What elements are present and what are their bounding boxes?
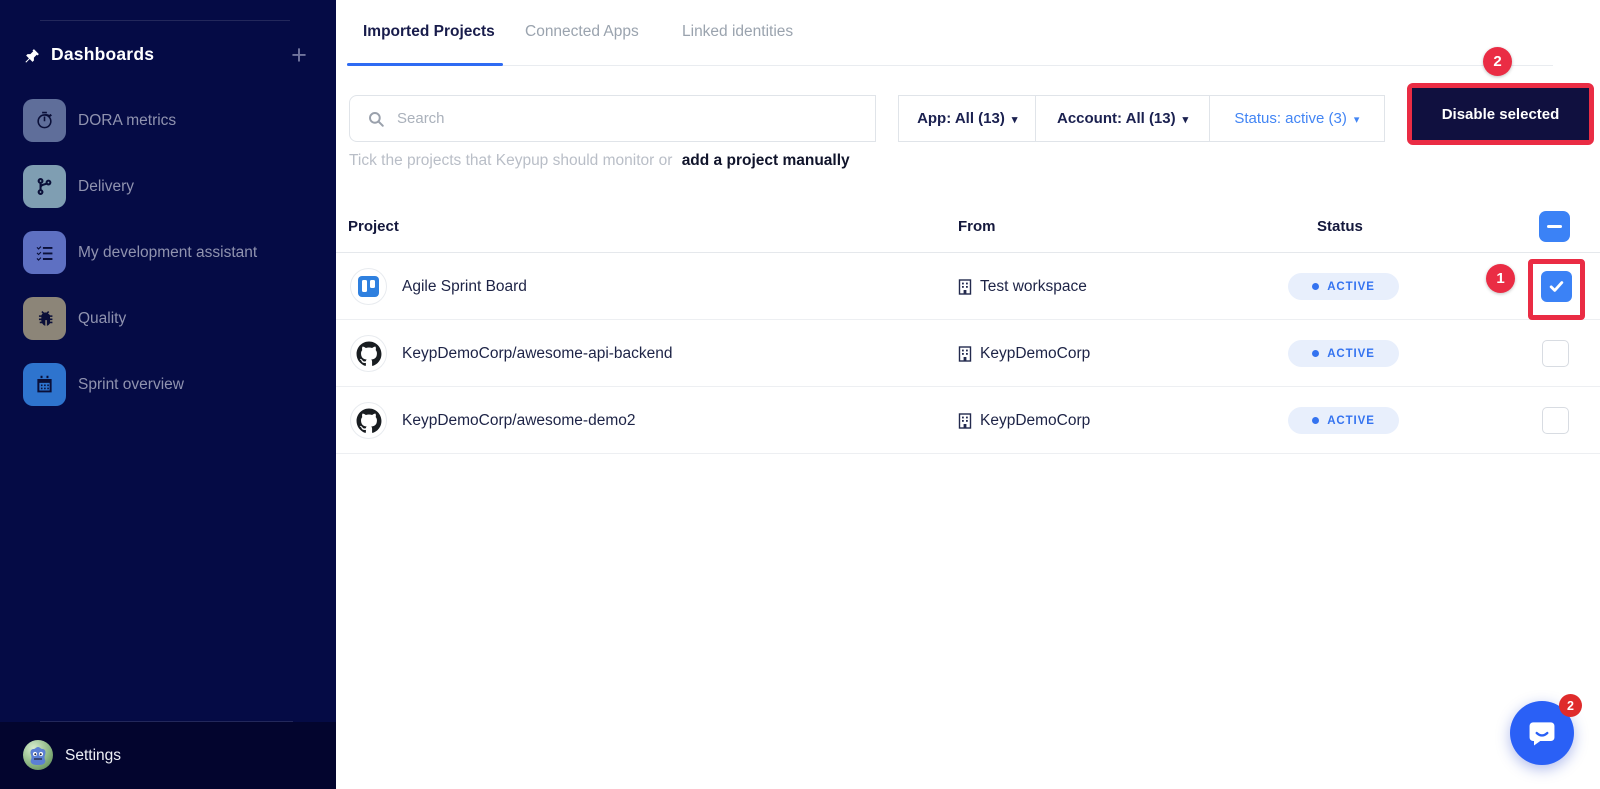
tab-bar-border — [347, 65, 1553, 66]
filter-account-dropdown[interactable]: Account: All (13) ▾ — [1035, 96, 1208, 141]
column-header-from: From — [958, 200, 996, 253]
column-header-status: Status — [1317, 200, 1363, 253]
filter-status-dropdown[interactable]: Status: active (3) ▾ — [1209, 96, 1384, 141]
sidebar-item-delivery[interactable]: Delivery — [0, 165, 336, 208]
tab-bar: Imported Projects Connected Apps Linked … — [336, 0, 1600, 66]
tab-connected-apps[interactable]: Connected Apps — [509, 0, 655, 64]
project-from: Test workspace — [958, 253, 1087, 320]
github-icon — [350, 402, 387, 439]
project-from: KeypDemoCorp — [958, 387, 1090, 454]
sidebar-item-dora-metrics[interactable]: DORA metrics — [0, 99, 336, 142]
settings-link[interactable]: Settings — [65, 722, 121, 789]
sidebar-item-sprint-overview[interactable]: Sprint overview — [0, 363, 336, 406]
status-dot-icon — [1312, 283, 1319, 290]
status-dot-icon — [1312, 350, 1319, 357]
row-checkbox[interactable] — [1542, 407, 1569, 434]
select-all-checkbox-indeterminate[interactable] — [1539, 211, 1570, 242]
row-checkbox[interactable] — [1542, 340, 1569, 367]
dashboards-title: Dashboards — [51, 44, 154, 65]
add-project-manually-link[interactable]: add a project manually — [682, 152, 850, 169]
filter-group: App: All (13) ▾ Account: All (13) ▾ Stat… — [898, 95, 1385, 142]
annotation-box-step-2: Disable selected — [1407, 83, 1594, 145]
organization-icon — [958, 413, 972, 429]
chat-bubble-icon — [1526, 717, 1558, 749]
status-badge: ACTIVE — [1288, 273, 1399, 300]
checklist-icon — [23, 231, 66, 274]
column-header-project: Project — [348, 200, 399, 253]
from-label: KeypDemoCorp — [980, 412, 1090, 430]
table-row: KeypDemoCorp/awesome-demo2 KeypDemoCorp … — [336, 387, 1600, 454]
annotation-badge-step-1: 1 — [1486, 264, 1515, 293]
table-row: Agile Sprint Board Test workspace ACTIVE — [336, 253, 1600, 320]
table-header: Project From Status — [336, 200, 1600, 253]
chevron-down-icon: ▾ — [1183, 113, 1189, 126]
pin-icon — [24, 46, 42, 66]
filter-app-dropdown[interactable]: App: All (13) ▾ — [899, 96, 1035, 141]
github-icon — [350, 335, 387, 372]
organization-icon — [958, 279, 972, 295]
organization-icon — [958, 346, 972, 362]
avatar[interactable] — [23, 740, 53, 770]
bug-icon — [23, 297, 66, 340]
project-name[interactable]: KeypDemoCorp/awesome-demo2 — [402, 387, 635, 454]
helper-muted-text: Tick the projects that Keypup should mon… — [349, 152, 672, 169]
sidebar-top-divider — [40, 20, 290, 21]
chevron-down-icon: ▾ — [1354, 113, 1360, 126]
sidebar-item-my-development-assistant[interactable]: My development assistant — [0, 231, 336, 274]
trello-icon — [350, 268, 387, 305]
search-box — [349, 95, 876, 142]
sidebar-item-label: My development assistant — [78, 231, 257, 274]
status-label: ACTIVE — [1327, 348, 1375, 360]
from-label: KeypDemoCorp — [980, 345, 1090, 363]
calendar-icon — [23, 363, 66, 406]
main-content: Imported Projects Connected Apps Linked … — [336, 0, 1600, 789]
project-name[interactable]: KeypDemoCorp/awesome-api-backend — [402, 320, 673, 387]
sidebar-item-label: Quality — [78, 297, 126, 340]
project-name[interactable]: Agile Sprint Board — [402, 253, 527, 320]
minus-icon — [1547, 225, 1562, 229]
sidebar-item-label: DORA metrics — [78, 99, 176, 142]
status-label: ACTIVE — [1327, 415, 1375, 427]
chat-unread-badge: 2 — [1559, 694, 1582, 717]
table-row: KeypDemoCorp/awesome-api-backend KeypDem… — [336, 320, 1600, 387]
filter-account-label: Account: All (13) — [1057, 110, 1176, 127]
sidebar-item-label: Sprint overview — [78, 363, 184, 406]
sidebar: Dashboards + DORA metrics Delivery My — [0, 0, 336, 789]
sidebar-item-label: Delivery — [78, 165, 134, 208]
annotation-badge-step-2: 2 — [1483, 47, 1512, 76]
dashboards-header: Dashboards + — [0, 38, 336, 74]
git-branch-icon — [23, 165, 66, 208]
tab-imported-projects[interactable]: Imported Projects — [347, 0, 511, 64]
add-dashboard-button[interactable]: + — [285, 38, 313, 72]
app-window: Dashboards + DORA metrics Delivery My — [0, 0, 1600, 789]
status-badge: ACTIVE — [1288, 340, 1399, 367]
row-checkbox-checked[interactable] — [1541, 271, 1572, 302]
sidebar-item-quality[interactable]: Quality — [0, 297, 336, 340]
tab-linked-identities[interactable]: Linked identities — [666, 0, 809, 64]
helper-line: Tick the projects that Keypup should mon… — [349, 152, 850, 170]
status-badge: ACTIVE — [1288, 407, 1399, 434]
status-label: ACTIVE — [1327, 281, 1375, 293]
project-from: KeypDemoCorp — [958, 320, 1090, 387]
stopwatch-icon — [23, 99, 66, 142]
sidebar-footer: Settings — [0, 722, 336, 789]
filter-app-label: App: All (13) — [917, 110, 1005, 127]
from-label: Test workspace — [980, 278, 1087, 296]
chevron-down-icon: ▾ — [1012, 113, 1018, 126]
search-input[interactable] — [397, 110, 875, 127]
search-icon — [367, 110, 385, 128]
disable-selected-button[interactable]: Disable selected — [1412, 88, 1589, 140]
active-tab-underline — [347, 63, 503, 66]
status-dot-icon — [1312, 417, 1319, 424]
filter-status-label: Status: active (3) — [1234, 110, 1347, 127]
